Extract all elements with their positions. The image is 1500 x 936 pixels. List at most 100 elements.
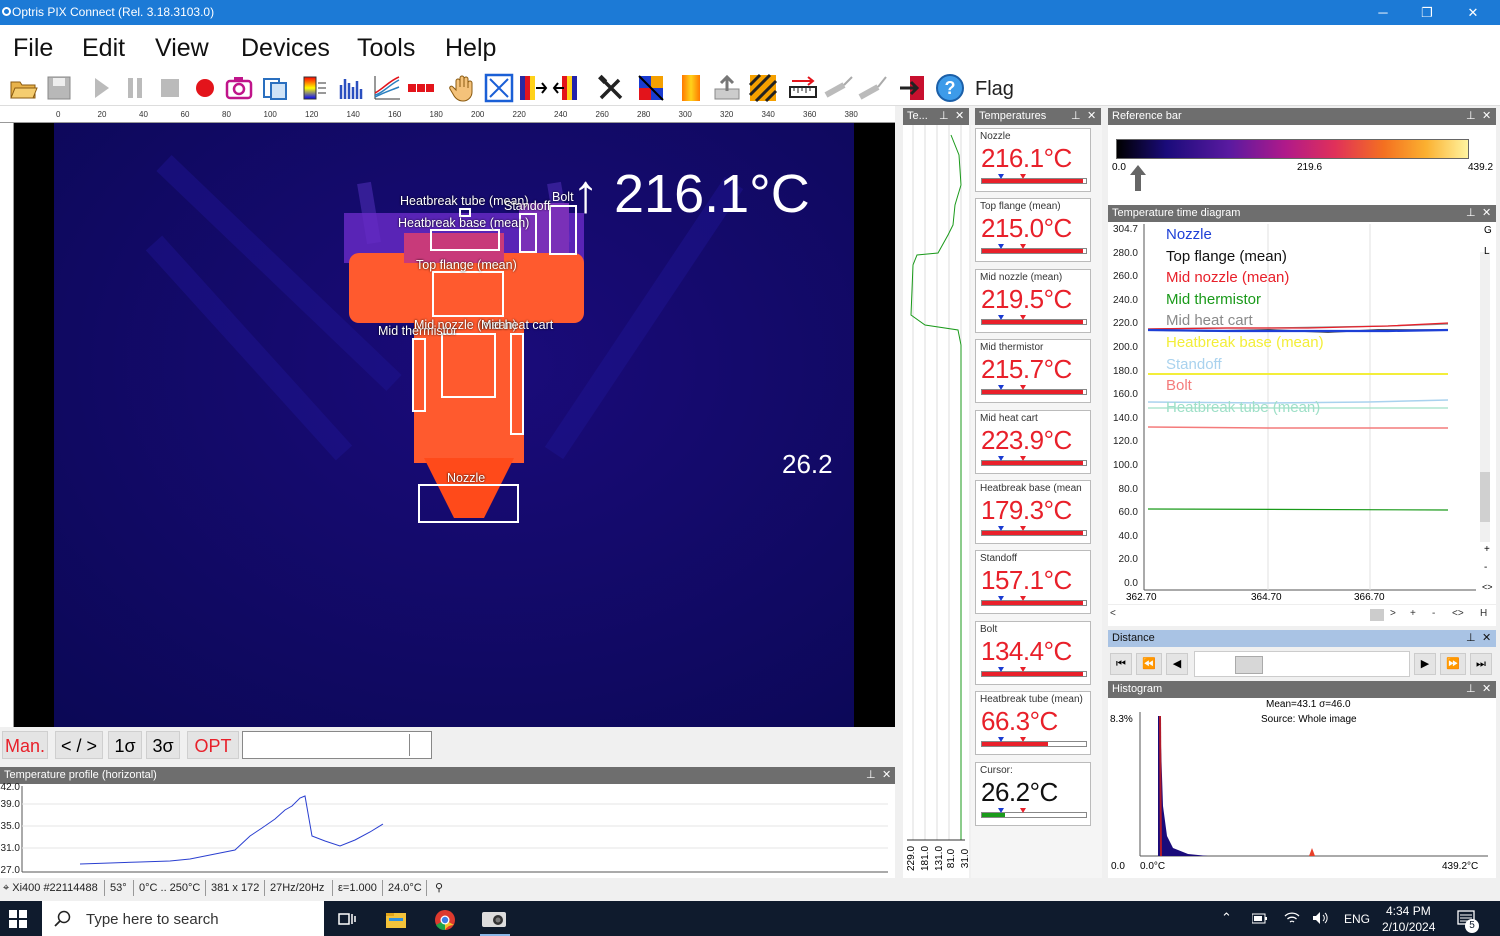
menu-file[interactable]: File (13, 34, 53, 63)
pin-icon[interactable]: ⊥ (1466, 630, 1476, 647)
distance-slider-thumb[interactable] (1235, 656, 1263, 674)
temperature-card[interactable]: Bolt 134.4°C (975, 620, 1091, 685)
scroll-zoom-out-button[interactable]: - (1432, 608, 1435, 619)
zoom-fit-button[interactable]: <> (1482, 582, 1493, 592)
minimize-button[interactable]: ─ (1360, 0, 1406, 25)
menu-help[interactable]: Help (445, 34, 496, 63)
clock-time[interactable]: 4:34 PM (1386, 904, 1431, 918)
scroll-right-button[interactable]: > (1390, 608, 1396, 619)
roi-nozzle[interactable] (418, 484, 519, 523)
range-slider[interactable] (242, 731, 432, 759)
palette-swap2-icon[interactable] (552, 73, 582, 103)
temperature-card[interactable]: Nozzle 216.1°C (975, 128, 1091, 192)
volume-icon[interactable] (1312, 911, 1330, 925)
palette-swap-icon[interactable] (518, 73, 548, 103)
close-icon[interactable]: ✕ (1482, 205, 1491, 222)
temperature-card[interactable]: Mid nozzle (mean) 219.5°C (975, 268, 1091, 333)
step-forward-button[interactable]: ▶ (1414, 653, 1436, 675)
distance-slider[interactable] (1194, 651, 1410, 677)
palette-icon[interactable] (300, 73, 330, 103)
tray-chevron-icon[interactable]: ⌃ (1221, 910, 1232, 926)
graph-icon[interactable] (372, 73, 402, 103)
search-box[interactable]: Type here to search (42, 901, 324, 936)
language-indicator[interactable]: ENG (1344, 912, 1370, 926)
measure-icon[interactable] (788, 73, 818, 103)
optris-app-icon[interactable] (482, 910, 508, 928)
pin-icon[interactable]: ⊥ (1466, 108, 1476, 125)
windows-start-icon[interactable] (9, 910, 27, 928)
flame-icon[interactable] (676, 73, 706, 103)
thermal-image[interactable]: Heatbreak tube (mean) Heatbreak base (me… (14, 123, 895, 727)
record-icon[interactable] (190, 73, 220, 103)
open-folder-icon[interactable] (8, 73, 38, 103)
wifi-icon[interactable] (1284, 911, 1300, 925)
copy-icon[interactable] (260, 73, 290, 103)
pause-icon[interactable] (120, 73, 150, 103)
menu-devices[interactable]: Devices (241, 34, 330, 63)
zoom-in-button[interactable]: + (1484, 544, 1490, 555)
temperature-card[interactable]: Standoff 157.1°C (975, 550, 1091, 615)
upload-icon[interactable] (712, 73, 742, 103)
zoom-out-button[interactable]: - (1484, 562, 1487, 573)
step-back-button[interactable]: ◀ (1166, 653, 1188, 675)
temperature-card[interactable]: Heatbreak tube (mean) 66.3°C (975, 691, 1091, 756)
scroll-fit-button[interactable]: <> (1452, 608, 1464, 619)
close-button[interactable]: ✕ (1450, 0, 1496, 25)
rewind-button[interactable]: ⏪ (1136, 653, 1162, 675)
status-pin-icon[interactable]: ⚲ (432, 880, 454, 896)
close-icon[interactable]: ✕ (1482, 681, 1491, 698)
help-icon[interactable]: ? (935, 73, 965, 103)
play-icon[interactable] (86, 73, 116, 103)
sigma3-button[interactable]: 3σ (146, 731, 180, 759)
close-icon[interactable]: ✕ (1482, 630, 1491, 647)
pin-icon[interactable]: ⊥ (1071, 108, 1081, 125)
stop-icon[interactable] (155, 73, 185, 103)
temperature-card[interactable]: Cursor: 26.2°C (975, 761, 1091, 826)
scroll-thumb[interactable] (1370, 609, 1384, 621)
roi-mid-heat-cart[interactable] (510, 333, 524, 435)
layout-icon[interactable] (406, 73, 436, 103)
scroll-zoom-in-button[interactable]: + (1410, 608, 1416, 619)
first-frame-button[interactable]: ⏮ (1110, 653, 1132, 675)
temperature-card[interactable]: Mid thermistor 215.7°C (975, 339, 1091, 404)
camera-icon[interactable] (224, 73, 254, 103)
task-view-icon[interactable] (338, 911, 356, 927)
sigma1-button[interactable]: 1σ (108, 731, 142, 759)
probe-icon[interactable] (824, 73, 854, 103)
close-icon[interactable]: ✕ (882, 767, 891, 784)
fast-forward-button[interactable]: ⏩ (1440, 653, 1466, 675)
roi-mid-thermistor[interactable] (412, 338, 426, 412)
histogram-icon[interactable] (336, 73, 366, 103)
hatch-icon[interactable] (748, 73, 778, 103)
fit-icon[interactable] (484, 73, 514, 103)
clock-date[interactable]: 2/10/2024 (1382, 920, 1435, 934)
close-icon[interactable]: ✕ (955, 108, 964, 125)
range-toggle-button[interactable]: < / > (55, 731, 103, 759)
exit-icon[interactable] (898, 73, 928, 103)
last-frame-button[interactable]: ⏭ (1470, 653, 1492, 675)
temperature-card[interactable]: Mid heat cart 223.9°C (975, 409, 1091, 474)
opt-button[interactable]: OPT (187, 731, 239, 759)
temperature-card[interactable]: Top flange (mean) 215.0°C (975, 198, 1091, 263)
roi-top-flange[interactable] (432, 271, 504, 317)
zoom-l-button[interactable]: L (1484, 246, 1490, 257)
temperature-card[interactable]: Heatbreak base (mean 179.3°C (975, 480, 1091, 544)
restore-button[interactable]: ❐ (1404, 0, 1450, 25)
roi-heatbreak-base[interactable] (430, 229, 500, 251)
manual-range-button[interactable]: Man. (2, 731, 48, 759)
zoom-g-button[interactable]: G (1484, 225, 1492, 236)
grid-icon[interactable] (636, 73, 666, 103)
file-explorer-icon[interactable] (386, 910, 406, 928)
pin-icon[interactable]: ⊥ (866, 767, 876, 784)
chrome-icon[interactable] (434, 909, 456, 931)
pin-icon[interactable]: ⊥ (1466, 205, 1476, 222)
close-icon[interactable]: ✕ (1087, 108, 1096, 125)
flag-button[interactable]: Flag (975, 78, 1014, 101)
save-icon[interactable] (44, 73, 74, 103)
scroll-left-button[interactable]: < (1110, 608, 1116, 619)
scroll-h-button[interactable]: H (1480, 608, 1487, 619)
menu-edit[interactable]: Edit (82, 34, 125, 63)
probe2-icon[interactable] (858, 73, 888, 103)
menu-tools[interactable]: Tools (357, 34, 415, 63)
ref-pointer-icon[interactable] (1128, 165, 1148, 191)
